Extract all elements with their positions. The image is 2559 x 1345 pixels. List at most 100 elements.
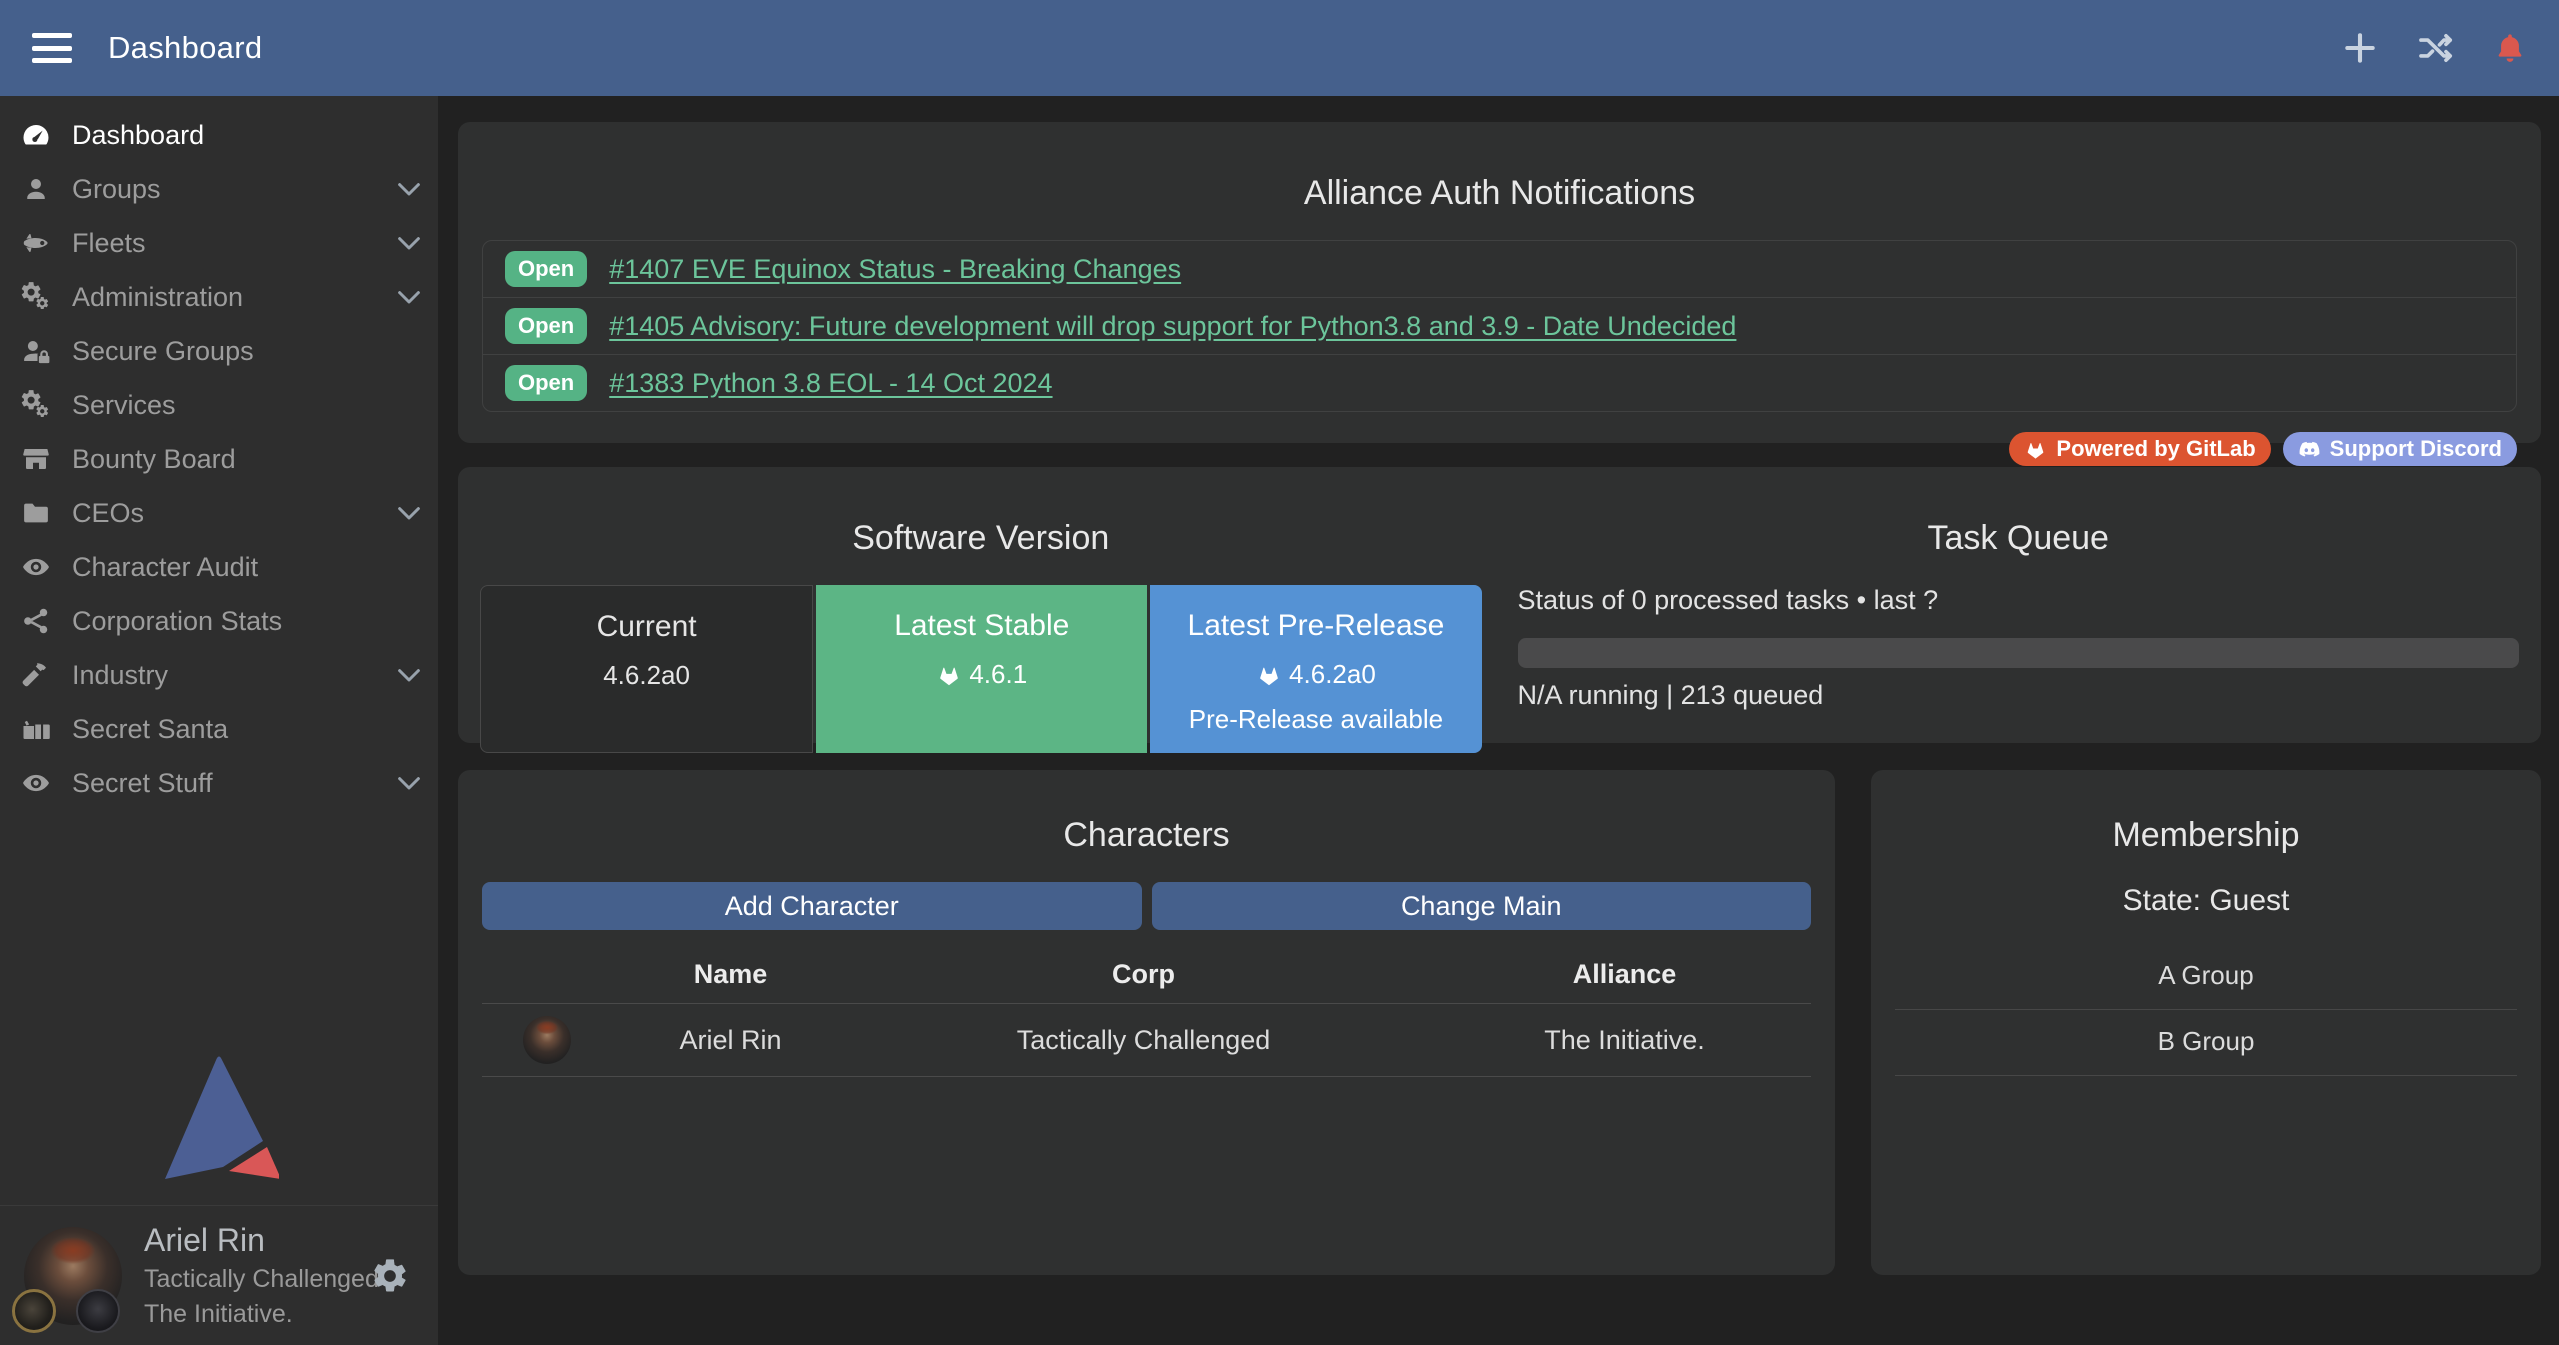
shuffle-icon[interactable]	[2417, 29, 2455, 67]
version-stable-box: Latest Stable 4.6.1	[816, 585, 1147, 753]
chevron-down-icon	[394, 768, 424, 798]
sidebar-item-groups[interactable]: Groups	[0, 162, 438, 216]
sidebar: Dashboard Groups Fleets Administration S…	[0, 96, 438, 1345]
sidebar-item-label: Administration	[72, 284, 243, 311]
notification-link[interactable]: #1405 Advisory: Future development will …	[609, 311, 1736, 342]
column-header-corp: Corp	[849, 944, 1438, 1004]
folder-icon	[0, 498, 72, 528]
gauge-icon	[0, 120, 72, 150]
admin-status-panel: Software Version Current 4.6.2a0 Latest …	[458, 467, 2541, 743]
sidebar-item-label: Services	[72, 392, 176, 419]
discord-badge-label: Support Discord	[2330, 436, 2502, 462]
sidebar-item-corporation-stats[interactable]: Corporation Stats	[0, 594, 438, 648]
alliance-auth-notifications-panel: Alliance Auth Notifications Open #1407 E…	[458, 122, 2541, 443]
support-discord-badge[interactable]: Support Discord	[2283, 432, 2517, 466]
membership-state: State: Guest	[1895, 884, 2517, 918]
sidebar-item-label: Corporation Stats	[72, 608, 282, 635]
gitlab-icon	[1256, 662, 1282, 688]
gitlab-icon	[936, 662, 962, 688]
sidebar-nav: Dashboard Groups Fleets Administration S…	[0, 96, 438, 810]
sidebar-item-label: Secret Santa	[72, 716, 228, 743]
sidebar-item-secret-santa[interactable]: Secret Santa	[0, 702, 438, 756]
characters-buttons: Add Character Change Main	[482, 882, 1811, 930]
task-queue-status: Status of 0 processed tasks • last ?	[1518, 585, 2520, 616]
sidebar-item-dashboard[interactable]: Dashboard	[0, 108, 438, 162]
membership-title: Membership	[1895, 818, 2517, 854]
share-nodes-icon	[0, 606, 72, 636]
shop-icon	[0, 444, 72, 474]
sidebar-item-industry[interactable]: Industry	[0, 648, 438, 702]
software-version-title: Software Version	[480, 521, 1482, 557]
task-queue-title: Task Queue	[1518, 521, 2520, 557]
main-content: Alliance Auth Notifications Open #1407 E…	[438, 96, 2559, 1345]
add-character-button[interactable]: Add Character	[482, 882, 1142, 930]
status-badge: Open	[505, 251, 587, 287]
list-item: B Group	[1895, 1010, 2517, 1076]
chevron-down-icon	[394, 174, 424, 204]
user-alliance: The Initiative.	[144, 1300, 379, 1329]
sidebar-item-label: Secure Groups	[72, 338, 254, 365]
version-current-label: Current	[597, 610, 697, 644]
alliance-logo-badge	[76, 1289, 120, 1333]
status-badge: Open	[505, 308, 587, 344]
page-title: Dashboard	[108, 30, 262, 66]
notification-item: Open #1383 Python 3.8 EOL - 14 Oct 2024	[483, 355, 2516, 411]
hamburger-menu-icon[interactable]	[32, 33, 72, 63]
sidebar-item-character-audit[interactable]: Character Audit	[0, 540, 438, 594]
notifications-bell-icon[interactable]	[2493, 31, 2527, 65]
alliance-auth-logo	[159, 1055, 279, 1181]
notification-item: Open #1407 EVE Equinox Status - Breaking…	[483, 241, 2516, 298]
sidebar-item-label: Dashboard	[72, 122, 204, 149]
status-badge: Open	[505, 365, 587, 401]
user-avatar-group	[24, 1227, 122, 1325]
add-character-icon[interactable]	[2341, 29, 2379, 67]
sidebar-item-label: Groups	[72, 176, 161, 203]
sidebar-item-secure-groups[interactable]: Secure Groups	[0, 324, 438, 378]
sidebar-item-services[interactable]: Services	[0, 378, 438, 432]
fleet-icon	[0, 228, 72, 258]
user-info: Ariel Rin Tactically Challenged The Init…	[144, 1222, 379, 1329]
sidebar-item-label: CEOs	[72, 500, 144, 527]
sidebar-item-ceos[interactable]: CEOs	[0, 486, 438, 540]
sidebar-item-bounty-board[interactable]: Bounty Board	[0, 432, 438, 486]
notifications-title: Alliance Auth Notifications	[482, 176, 2517, 212]
sidebar-item-secret-stuff[interactable]: Secret Stuff	[0, 756, 438, 810]
chevron-down-icon	[394, 660, 424, 690]
version-stable-value: 4.6.1	[969, 659, 1027, 690]
user-name: Ariel Rin	[144, 1222, 379, 1259]
notification-link[interactable]: #1383 Python 3.8 EOL - 14 Oct 2024	[609, 368, 1052, 399]
sidebar-item-label: Bounty Board	[72, 446, 236, 473]
user-lock-icon	[0, 336, 72, 366]
software-version-section: Software Version Current 4.6.2a0 Latest …	[480, 493, 1482, 717]
top-navbar: Dashboard	[0, 0, 2559, 96]
chevron-down-icon	[394, 228, 424, 258]
navbar-actions	[2341, 29, 2527, 67]
version-strip: Current 4.6.2a0 Latest Stable 4.6.1 Late…	[480, 585, 1482, 753]
gears-icon	[0, 390, 72, 420]
powered-by-gitlab-badge[interactable]: Powered by GitLab	[2009, 432, 2270, 466]
gitlab-icon	[2024, 438, 2047, 461]
change-main-button[interactable]: Change Main	[1152, 882, 1812, 930]
discord-icon	[2298, 438, 2321, 461]
corp-logo-badge	[12, 1289, 56, 1333]
gears-icon	[0, 282, 72, 312]
user-settings-gear-icon[interactable]	[370, 1256, 410, 1296]
column-header-name: Name	[612, 944, 849, 1004]
sidebar-item-fleets[interactable]: Fleets	[0, 216, 438, 270]
gifts-icon	[0, 714, 72, 744]
version-prerelease-box: Latest Pre-Release 4.6.2a0 Pre-Release a…	[1150, 585, 1481, 753]
sidebar-item-administration[interactable]: Administration	[0, 270, 438, 324]
task-queue-progressbar	[1518, 638, 2520, 668]
notification-link[interactable]: #1407 EVE Equinox Status - Breaking Chan…	[609, 254, 1181, 285]
character-name-cell: Ariel Rin	[612, 1004, 849, 1077]
notifications-footer: Powered by GitLab Support Discord	[482, 432, 2517, 466]
sidebar-item-label: Character Audit	[72, 554, 258, 581]
version-current-box: Current 4.6.2a0	[480, 585, 813, 753]
characters-panel: Characters Add Character Change Main Nam…	[458, 770, 1835, 1275]
hammer-icon	[0, 660, 72, 690]
version-prerelease-label: Latest Pre-Release	[1188, 609, 1445, 643]
eye-icon	[0, 552, 72, 582]
chevron-down-icon	[394, 498, 424, 528]
version-stable-label: Latest Stable	[894, 609, 1069, 643]
notifications-list: Open #1407 EVE Equinox Status - Breaking…	[482, 240, 2517, 412]
